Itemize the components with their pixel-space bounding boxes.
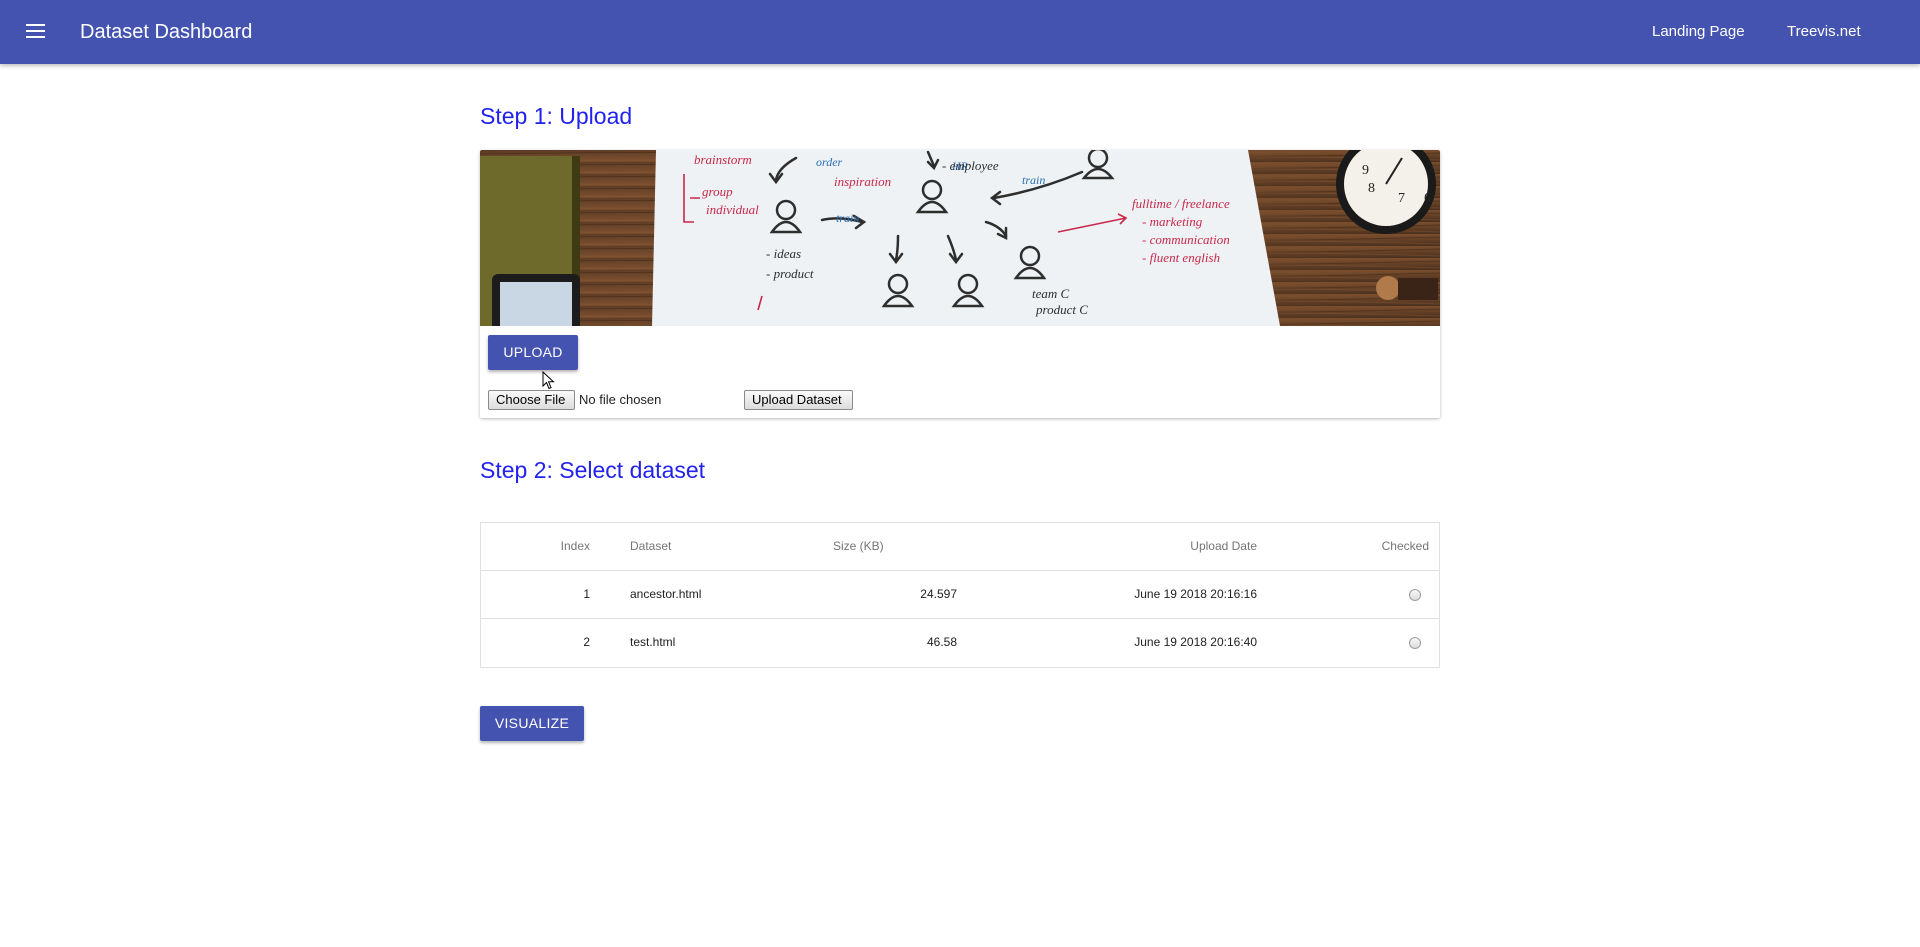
visualize-button[interactable]: Visualize [480, 706, 584, 741]
svg-text:individual: individual [706, 202, 759, 217]
svg-text:- ideas: - ideas [766, 246, 801, 261]
table-header-row: Index Dataset Size (KB) Upload Date Chec… [481, 523, 1439, 571]
nav-link-treevis[interactable]: Treevis.net [1787, 22, 1861, 42]
hamburger-menu-icon[interactable] [22, 20, 50, 44]
upload-card: 9 8 7 6 order train HR train - ideas - p… [480, 150, 1440, 418]
row-select-radio[interactable] [1409, 589, 1421, 601]
header-checked[interactable]: Checked [1382, 523, 1429, 570]
row-index: 1 [583, 587, 590, 601]
svg-text:- marketing: - marketing [1142, 214, 1203, 229]
table-row[interactable]: 2 test.html 46.58 June 19 2018 20:16:40 [481, 619, 1439, 666]
dataset-table: Index Dataset Size (KB) Upload Date Chec… [480, 522, 1440, 668]
hero-image: 9 8 7 6 order train HR train - ideas - p… [480, 150, 1440, 326]
svg-text:train: train [1022, 173, 1045, 187]
row-upload-date: June 19 2018 20:16:16 [1134, 587, 1257, 601]
svg-text:7: 7 [1398, 191, 1405, 206]
app-bar: Dataset Dashboard Landing Page Treevis.n… [0, 0, 1920, 64]
row-index: 2 [583, 635, 590, 649]
app-title: Dataset Dashboard [80, 21, 253, 43]
row-size: 24.597 [920, 587, 957, 601]
svg-text:6: 6 [1424, 191, 1431, 206]
step2-heading: Step 2: Select dataset [480, 457, 706, 483]
svg-text:inspiration: inspiration [834, 174, 891, 189]
table-row[interactable]: 1 ancestor.html 24.597 June 19 2018 20:1… [481, 571, 1439, 619]
svg-text:- fluent english: - fluent english [1142, 250, 1220, 265]
svg-text:group: group [702, 184, 733, 199]
svg-text:team C: team C [1032, 286, 1070, 301]
row-dataset-name: ancestor.html [630, 587, 702, 601]
svg-text:- product: - product [766, 266, 814, 281]
row-upload-date: June 19 2018 20:16:40 [1134, 635, 1257, 649]
svg-text:fulltime / freelance: fulltime / freelance [1132, 196, 1230, 211]
header-dataset[interactable]: Dataset [630, 523, 671, 570]
svg-text:8: 8 [1368, 181, 1375, 196]
svg-text:train: train [836, 211, 859, 225]
upload-dataset-button[interactable]: Upload Dataset [744, 390, 853, 410]
header-upload-date[interactable]: Upload Date [1190, 523, 1257, 570]
svg-text:order: order [816, 155, 843, 169]
mouse-cursor-icon [542, 371, 555, 390]
nav-link-landing-page[interactable]: Landing Page [1652, 22, 1745, 42]
row-dataset-name: test.html [630, 635, 676, 649]
svg-text:9: 9 [1362, 163, 1369, 178]
choose-file-button[interactable]: Choose File [488, 390, 575, 410]
header-size[interactable]: Size (KB) [833, 523, 884, 570]
step1-heading: Step 1: Upload [480, 103, 633, 129]
svg-text:product C: product C [1035, 302, 1088, 317]
svg-text:- communication: - communication [1142, 232, 1230, 247]
row-select-radio[interactable] [1409, 637, 1421, 649]
svg-text:brainstorm: brainstorm [694, 152, 752, 167]
upload-button[interactable]: Upload [488, 335, 578, 370]
file-status-text: No file chosen [579, 392, 662, 407]
row-size: 46.58 [926, 635, 957, 649]
svg-text:- employee: - employee [942, 158, 999, 173]
header-index[interactable]: Index [561, 523, 590, 570]
